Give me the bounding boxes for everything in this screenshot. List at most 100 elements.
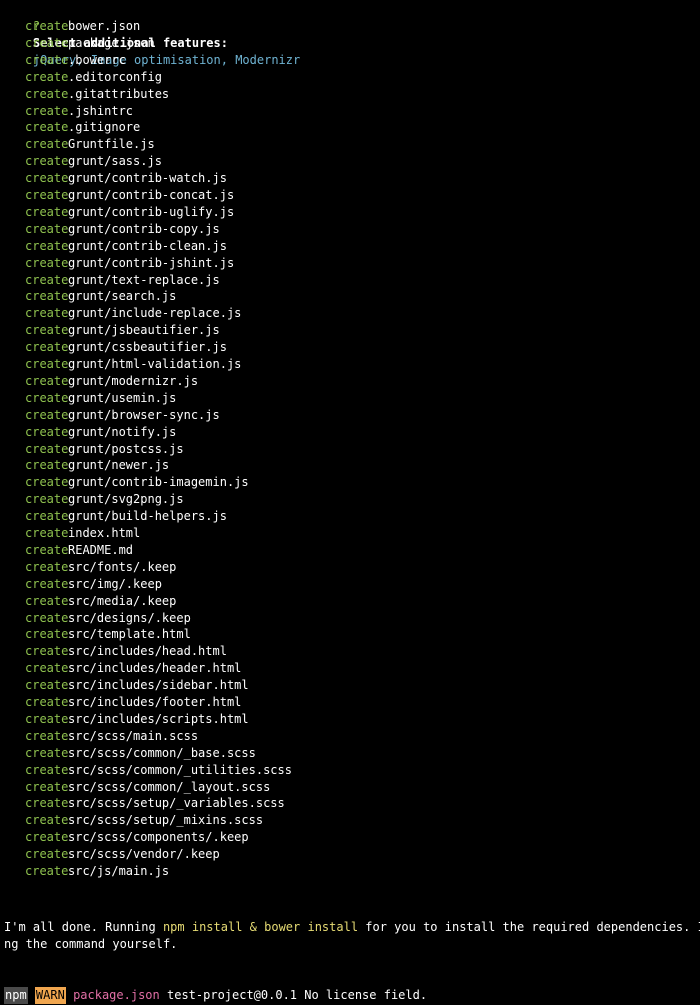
create-label: create xyxy=(25,559,69,574)
created-file-path: src/fonts/.keep xyxy=(68,559,177,574)
create-label: create xyxy=(25,745,69,760)
bower-install-command: bower install xyxy=(264,920,359,934)
created-file-path: grunt/newer.js xyxy=(68,458,170,473)
create-row: createsrc/includes/head.html xyxy=(0,643,227,660)
created-file-path: src/scss/components/.keep xyxy=(68,830,249,845)
create-row: creategrunt/browser-sync.js xyxy=(0,407,220,424)
create-label: create xyxy=(25,661,69,676)
create-label: create xyxy=(25,340,69,355)
created-file-path: grunt/contrib-watch.js xyxy=(68,171,227,186)
create-row: createsrc/designs/.keep xyxy=(0,610,191,627)
create-row: creategrunt/usemin.js xyxy=(0,390,176,407)
create-label: create xyxy=(25,255,69,270)
created-file-path: src/template.html xyxy=(68,627,191,642)
create-row: create.gitignore xyxy=(0,119,140,136)
created-file-path: grunt/cssbeautifier.js xyxy=(68,340,227,355)
create-row: createsrc/includes/sidebar.html xyxy=(0,677,249,694)
create-row: creategrunt/modernizr.js xyxy=(0,373,198,390)
created-file-path: src/includes/sidebar.html xyxy=(68,678,249,693)
create-row: createindex.html xyxy=(0,525,140,542)
created-file-path: grunt/build-helpers.js xyxy=(68,509,227,524)
create-row: createsrc/js/main.js xyxy=(0,863,169,880)
created-file-path: grunt/contrib-jshint.js xyxy=(68,255,235,270)
create-row: createsrc/media/.keep xyxy=(0,593,176,610)
create-label: create xyxy=(25,120,69,135)
create-label: create xyxy=(25,86,69,101)
create-row: createREADME.md xyxy=(0,542,133,559)
created-file-path: src/includes/header.html xyxy=(68,661,242,676)
created-file-path: index.html xyxy=(68,526,141,540)
created-file-path: src/scss/common/_layout.scss xyxy=(68,779,271,794)
create-label: create xyxy=(25,711,69,726)
create-row: creategrunt/contrib-concat.js xyxy=(0,187,234,204)
created-file-path: README.md xyxy=(68,542,134,557)
create-row: creategrunt/cssbeautifier.js xyxy=(0,339,227,356)
created-file-path: package.json xyxy=(68,35,155,50)
create-label: create xyxy=(25,441,69,456)
create-label: create xyxy=(25,357,69,371)
create-label: create xyxy=(25,796,69,811)
create-row: create.jshintrc xyxy=(0,103,133,120)
create-row: creategrunt/contrib-jshint.js xyxy=(0,255,234,272)
created-file-path: grunt/contrib-uglify.js xyxy=(68,204,235,219)
done-message-text-2: for you to install the required dependen… xyxy=(358,920,700,934)
npm-warn-line: npm WARN package.json test-project@0.0.1… xyxy=(4,987,427,1004)
create-row: createsrc/scss/main.scss xyxy=(0,728,198,745)
npm-tag: npm xyxy=(4,987,28,1004)
create-row: creategrunt/jsbeautifier.js xyxy=(0,322,220,339)
create-row: createsrc/scss/common/_utilities.scss xyxy=(0,762,292,779)
created-file-path: grunt/jsbeautifier.js xyxy=(68,323,220,338)
create-label: create xyxy=(25,526,69,540)
create-row: creategrunt/include-replace.js xyxy=(0,305,241,322)
created-file-path: src/includes/head.html xyxy=(68,644,227,659)
created-file-path: grunt/contrib-imagemin.js xyxy=(68,475,249,490)
create-label: create xyxy=(25,695,69,709)
create-row: createsrc/scss/common/_layout.scss xyxy=(0,779,270,796)
create-label: create xyxy=(25,137,69,152)
create-label: create xyxy=(25,103,69,118)
created-file-path: grunt/postcss.js xyxy=(68,441,184,456)
create-row: creategrunt/postcss.js xyxy=(0,441,184,458)
done-message-text: I'm all done. Running xyxy=(4,920,163,934)
create-label: create xyxy=(25,762,69,777)
create-row: createsrc/fonts/.keep xyxy=(0,559,176,576)
created-file-path: grunt/svg2png.js xyxy=(68,492,184,507)
create-label: create xyxy=(25,272,69,287)
created-file-path: grunt/modernizr.js xyxy=(68,373,199,388)
created-file-path: src/scss/setup/_variables.scss xyxy=(68,796,285,811)
created-file-path: grunt/contrib-concat.js xyxy=(68,188,235,202)
create-label: create xyxy=(25,35,69,50)
create-label: create xyxy=(25,19,69,33)
create-row: createsrc/scss/components/.keep xyxy=(0,829,249,846)
create-label: create xyxy=(25,627,69,642)
create-label: create xyxy=(25,204,69,219)
created-file-path: grunt/html-validation.js xyxy=(68,357,242,371)
create-label: create xyxy=(25,830,69,845)
create-label: create xyxy=(25,52,69,67)
create-row: creategrunt/contrib-uglify.js xyxy=(0,204,234,221)
create-label: create xyxy=(25,69,69,84)
create-row: creategrunt/build-helpers.js xyxy=(0,508,227,525)
create-label: create xyxy=(25,492,69,507)
create-row: createsrc/scss/setup/_variables.scss xyxy=(0,795,285,812)
create-row: createsrc/img/.keep xyxy=(0,576,162,593)
created-file-path: grunt/usemin.js xyxy=(68,390,177,405)
created-file-path: src/includes/footer.html xyxy=(68,695,242,709)
create-row: creategrunt/svg2png.js xyxy=(0,491,184,508)
create-row: creategrunt/newer.js xyxy=(0,457,169,474)
create-label: create xyxy=(25,813,69,828)
create-label: create xyxy=(25,458,69,473)
create-row: createsrc/scss/vendor/.keep xyxy=(0,846,220,863)
created-file-path: src/scss/common/_base.scss xyxy=(68,745,256,760)
created-file-path: grunt/include-replace.js xyxy=(68,306,242,321)
created-file-path: src/includes/scripts.html xyxy=(68,711,249,726)
create-row: createpackage.json xyxy=(0,35,155,52)
create-row: creategrunt/contrib-clean.js xyxy=(0,238,227,255)
create-row: creategrunt/contrib-copy.js xyxy=(0,221,220,238)
create-label: create xyxy=(25,728,69,743)
created-file-path: src/media/.keep xyxy=(68,593,177,608)
created-file-path: grunt/contrib-copy.js xyxy=(68,221,220,236)
created-file-path: src/scss/main.scss xyxy=(68,728,199,743)
create-row: createsrc/template.html xyxy=(0,626,191,643)
create-label: create xyxy=(25,644,69,659)
